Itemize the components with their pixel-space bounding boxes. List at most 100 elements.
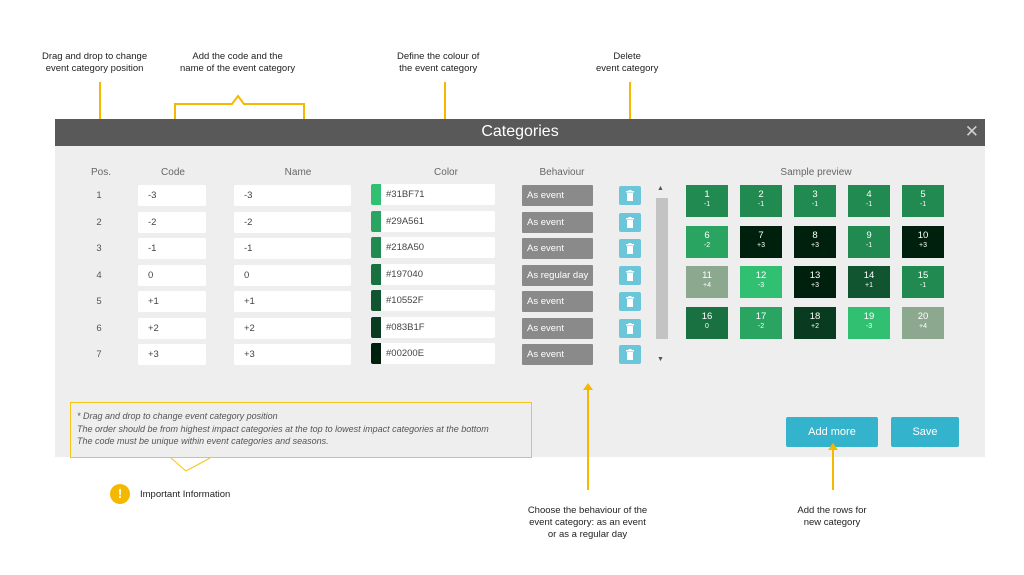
color-swatch[interactable]	[371, 290, 381, 311]
color-swatch[interactable]	[371, 343, 381, 364]
color-swatch[interactable]	[371, 263, 381, 285]
preview-tile: 5 -1	[902, 185, 944, 217]
close-icon[interactable]: ✕	[965, 123, 979, 140]
row-position[interactable]: 1	[89, 190, 109, 201]
preview-tile-code: -1	[919, 201, 927, 208]
preview-tile: 13 +3	[794, 266, 836, 298]
name-input[interactable]: +3	[234, 344, 351, 365]
preview-tile-number: 2	[758, 189, 764, 200]
behaviour-select[interactable]: As event	[522, 317, 593, 339]
preview-tile-code: -3	[865, 322, 873, 330]
preview-tile-number: 13	[809, 270, 821, 281]
behaviour-select[interactable]: As event	[522, 211, 593, 233]
info-line: * Drag and drop to change event category…	[77, 411, 278, 421]
preview-tile-code: -1	[919, 282, 927, 289]
behaviour-select[interactable]: As regular day	[522, 264, 593, 286]
code-input[interactable]: +2	[138, 317, 206, 339]
color-input[interactable]: #29A561	[371, 210, 495, 232]
behaviour-select[interactable]: As event	[522, 185, 593, 206]
color-input[interactable]: #218A50	[371, 237, 495, 258]
preview-tile-number: 10	[917, 229, 929, 241]
color-input[interactable]: #083B1F	[371, 316, 495, 338]
info-line: The code must be unique within event cat…	[77, 436, 329, 446]
color-swatch[interactable]	[371, 210, 381, 232]
preview-tile-code: -2	[757, 322, 765, 330]
callout-add: Add the rows for new category	[797, 505, 867, 528]
scroll-up-icon[interactable]: ▲	[657, 185, 664, 192]
code-input[interactable]: 0	[138, 264, 206, 286]
trash-icon[interactable]	[619, 212, 641, 232]
color-swatch[interactable]	[371, 237, 381, 258]
preview-tile-code: +4	[703, 282, 711, 289]
color-input[interactable]: #197040	[371, 263, 495, 285]
name-input[interactable]: -1	[234, 238, 351, 259]
code-input[interactable]: +1	[138, 291, 206, 312]
sample-preview-title: Sample preview	[780, 167, 852, 178]
row-position[interactable]: 2	[89, 217, 109, 228]
preview-tile: 12 -3	[740, 266, 782, 298]
callout-arrow	[587, 390, 589, 490]
trash-icon[interactable]	[619, 265, 641, 285]
color-hex: #31BF71	[386, 189, 425, 200]
scrollbar[interactable]: ▲ ▼	[656, 185, 668, 363]
preview-tile-number: 15	[917, 270, 929, 281]
behaviour-select[interactable]: As event	[522, 238, 593, 259]
preview-tile: 15 -1	[902, 266, 944, 298]
preview-tile: 19 -3	[848, 306, 890, 339]
trash-icon[interactable]	[619, 345, 641, 364]
name-input[interactable]: -2	[234, 211, 351, 233]
color-input[interactable]: #00200E	[371, 343, 495, 364]
name-input[interactable]: +2	[234, 317, 351, 339]
trash-icon[interactable]	[619, 292, 641, 311]
color-swatch[interactable]	[371, 184, 381, 205]
preview-tile: 2 -1	[740, 185, 782, 217]
save-button[interactable]: Save	[891, 417, 959, 447]
behaviour-select[interactable]: As event	[522, 344, 593, 365]
row-position[interactable]: 6	[89, 323, 109, 334]
trash-icon[interactable]	[619, 239, 641, 258]
color-input[interactable]: #10552F	[371, 290, 495, 311]
preview-tile-code: +3	[919, 241, 927, 249]
callout-colour: Define the colour of the event category	[397, 51, 480, 74]
color-hex: #10552F	[386, 295, 424, 306]
color-swatch[interactable]	[371, 316, 381, 338]
callout-behaviour: Choose the behaviour of the event catego…	[527, 505, 648, 540]
name-input[interactable]: 0	[234, 264, 351, 286]
preview-tile-number: 5	[920, 189, 926, 200]
preview-tile: 16 0	[686, 306, 728, 339]
color-hex: #218A50	[386, 242, 425, 253]
name-input[interactable]: -3	[234, 185, 351, 206]
important-info-icon: !	[110, 484, 130, 504]
preview-tile-number: 1	[704, 189, 710, 200]
info-pointer	[170, 457, 211, 472]
color-input[interactable]: #31BF71	[371, 184, 495, 205]
trash-icon[interactable]	[619, 186, 641, 205]
name-input[interactable]: +1	[234, 291, 351, 312]
behaviour-select[interactable]: As event	[522, 291, 593, 312]
dialog-titlebar: Categories ✕	[55, 119, 985, 146]
col-code: Code	[161, 167, 185, 178]
code-input[interactable]: -1	[138, 238, 206, 259]
code-input[interactable]: -2	[138, 211, 206, 233]
row-position[interactable]: 5	[89, 296, 109, 307]
scroll-thumb[interactable]	[656, 198, 668, 339]
preview-tile: 17 -2	[740, 306, 782, 339]
preview-tile-number: 18	[809, 310, 821, 322]
preview-tile-number: 19	[863, 310, 875, 322]
row-position[interactable]: 4	[89, 270, 109, 281]
trash-icon[interactable]	[619, 318, 641, 338]
preview-tile-code: -2	[703, 241, 711, 249]
code-input[interactable]: +3	[138, 344, 206, 365]
color-hex: #29A561	[386, 215, 425, 227]
preview-tile: 20 +4	[902, 306, 944, 339]
scroll-down-icon[interactable]: ▼	[657, 356, 664, 363]
row-position[interactable]: 7	[89, 349, 109, 360]
preview-tile: 11 +4	[686, 266, 728, 298]
preview-tile: 10 +3	[902, 225, 944, 258]
preview-tile: 14 +1	[848, 266, 890, 298]
callout-arrowhead	[828, 443, 838, 450]
row-position[interactable]: 3	[89, 243, 109, 254]
callout-arrow	[832, 450, 834, 490]
color-hex: #00200E	[386, 348, 425, 359]
code-input[interactable]: -3	[138, 185, 206, 206]
